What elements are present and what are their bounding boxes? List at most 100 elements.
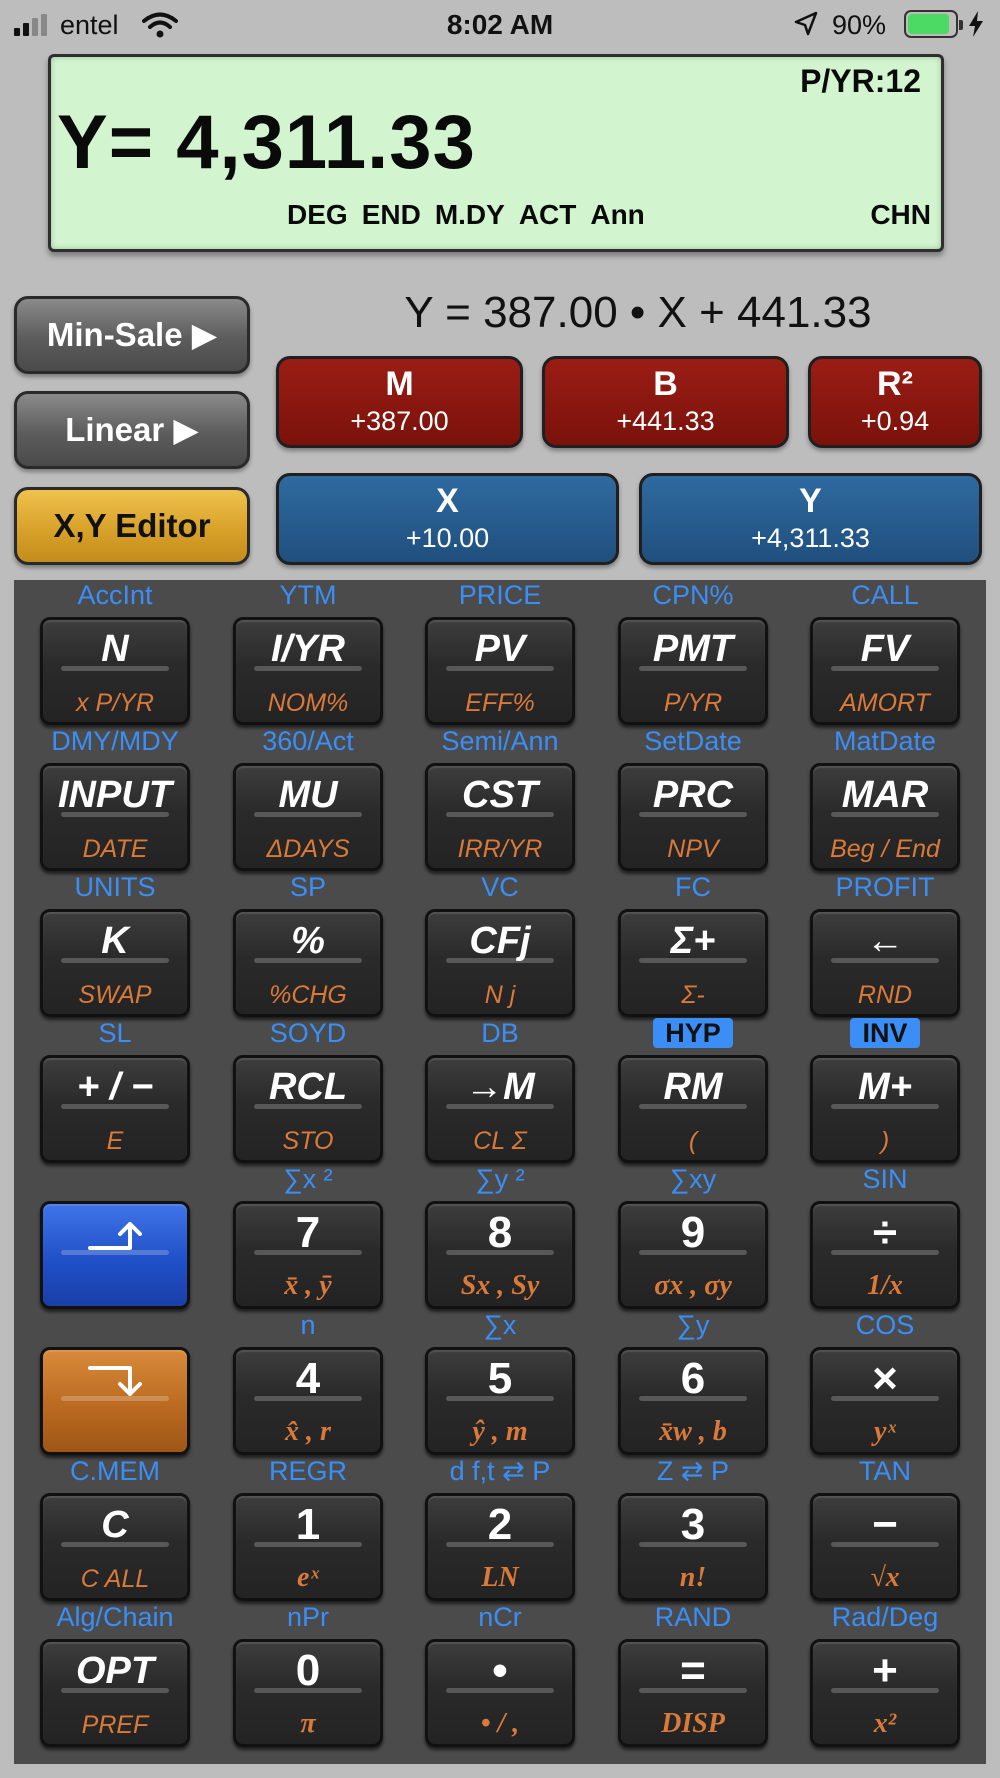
key-backspace[interactable]: ← RND [810, 909, 960, 1017]
shift-label-to-m: DB [404, 1018, 596, 1049]
slope-m-button[interactable]: M +387.00 [276, 356, 523, 448]
xy-editor-button[interactable]: X,Y Editor [14, 487, 250, 565]
key-m-plus[interactable]: M+) [810, 1055, 960, 1163]
key-shift-down[interactable] [40, 1347, 190, 1455]
key-secondary-label: RND [857, 981, 913, 1009]
key-decimal[interactable]: • • / , [425, 1639, 575, 1747]
key-percent[interactable]: % %CHG [233, 909, 383, 1017]
shift-label-text: INV [850, 1018, 920, 1048]
key-primary-label: M+ [858, 1066, 912, 1108]
shift-label-i-yr: YTM [212, 580, 404, 611]
regression-equation: Y = 387.00 • X + 441.33 [404, 288, 872, 337]
intercept-b-button[interactable]: B +441.33 [542, 356, 789, 448]
shift-label-text: ∑xy [669, 1164, 717, 1194]
key-sigma-plus[interactable]: Σ+ Σ- [618, 909, 768, 1017]
key-cfj[interactable]: CFj N j [425, 909, 575, 1017]
key-6[interactable]: 6 x̄w , b [618, 1347, 768, 1455]
shift-label-text: SOYD [269, 1018, 347, 1048]
x-label: X [436, 482, 459, 520]
key-rcl[interactable]: RCL STO [233, 1055, 383, 1163]
shift-label-text: AccInt [77, 580, 153, 610]
shift-up-arrow-icon [88, 1222, 142, 1250]
shift-label-multiply: COS [789, 1310, 981, 1341]
shift-label-k: UNITS [19, 872, 211, 903]
key-2[interactable]: 2 LN [425, 1493, 575, 1601]
key-mar[interactable]: MAR Beg / End [810, 763, 960, 871]
key-primary-label: • [492, 1646, 508, 1695]
key-multiply[interactable]: × yˣ [810, 1347, 960, 1455]
key-primary-label: % [291, 920, 325, 962]
flag-date-format: M.DY [434, 199, 505, 230]
key-cst[interactable]: CST IRR/YR [425, 763, 575, 871]
key-plus-minus[interactable]: + / − E [40, 1055, 190, 1163]
key-3[interactable]: 3 n! [618, 1493, 768, 1601]
shift-label-text: SP [289, 872, 327, 902]
key-k[interactable]: K SWAP [40, 909, 190, 1017]
key-secondary-label: NOM% [267, 689, 349, 717]
key-i-yr[interactable]: I/YR NOM% [233, 617, 383, 725]
keypad: AccInt Nx P/YR YTM I/YR NOM% PRICE PV EFF% CPN% P… [14, 580, 986, 1764]
key-plus[interactable]: + x² [810, 1639, 960, 1747]
key-input[interactable]: INPUT DATE [40, 763, 190, 871]
key-secondary-label: LN [481, 1562, 519, 1593]
key-0[interactable]: 0π [233, 1639, 383, 1747]
flag-angle-mode: DEG [287, 199, 348, 230]
slope-value: +387.00 [350, 406, 449, 436]
key-c[interactable]: C C ALL [40, 1493, 190, 1601]
key-equals[interactable]: = DISP [618, 1639, 768, 1747]
key-5[interactable]: 5 ŷ , m [425, 1347, 575, 1455]
shift-label-1: REGR [212, 1456, 404, 1487]
linear-button[interactable]: Linear ▶ [14, 391, 250, 469]
shift-label-text: 360/Act [262, 726, 354, 756]
key-shift-up[interactable] [40, 1201, 190, 1309]
key-prc[interactable]: PRC NPV [618, 763, 768, 871]
flag-chain-mode: CHN [870, 199, 931, 230]
key-fv[interactable]: FV AMORT [810, 617, 960, 725]
key-primary-label: 6 [680, 1354, 706, 1403]
key-divide[interactable]: ÷ 1/x [810, 1201, 960, 1309]
y-value-button[interactable]: Y +4,311.33 [639, 473, 982, 565]
key-pv[interactable]: PV EFF% [425, 617, 575, 725]
battery-icon [904, 10, 963, 38]
key-mu[interactable]: MU ΔDAYS [233, 763, 383, 871]
key-primary-label: →M [465, 1066, 535, 1108]
key-primary-label: INPUT [58, 774, 172, 816]
key-primary-label: + [872, 1646, 898, 1695]
shift-label-text: REGR [268, 1456, 347, 1486]
shift-label-text: YTM [279, 580, 337, 610]
key-7[interactable]: 7 x̄ , ȳ [233, 1201, 383, 1309]
flag-payment-mode: END [361, 199, 421, 230]
r-squared-button[interactable]: R² +0.94 [808, 356, 982, 448]
shift-label-backspace: PROFIT [789, 872, 981, 903]
key-secondary-label: Beg / End [830, 835, 940, 863]
min-sale-button[interactable]: Min-Sale ▶ [14, 296, 250, 374]
key-1[interactable]: 1 eˣ [233, 1493, 383, 1601]
shift-label-text: VC [481, 872, 519, 902]
key-9[interactable]: 9 σx , σy [618, 1201, 768, 1309]
shift-label-text: Rad/Deg [831, 1602, 939, 1632]
key-primary-label: 3 [680, 1500, 706, 1549]
key-8[interactable]: 8 Sx , Sy [425, 1201, 575, 1309]
x-value-button[interactable]: X +10.00 [276, 473, 619, 565]
key-primary-label: PV [474, 628, 526, 670]
key-primary-label: 4 [295, 1354, 321, 1403]
key-to-m[interactable]: →M CL Σ [425, 1055, 575, 1163]
key-pmt[interactable]: PMT P/YR [618, 617, 768, 725]
intercept-value: +441.33 [616, 406, 715, 436]
shift-label-text: ∑x [483, 1310, 517, 1340]
shift-label-input: DMY/MDY [19, 726, 211, 757]
key-4[interactable]: 4 x̂ , r [233, 1347, 383, 1455]
key-minus[interactable]: − √x [810, 1493, 960, 1601]
key-primary-label: RCL [268, 1066, 348, 1108]
key-primary-label: ÷ [872, 1208, 898, 1257]
shift-label-text: DMY/MDY [51, 726, 179, 756]
shift-label-rm: HYP [597, 1018, 789, 1049]
shift-label-text: HYP [653, 1018, 733, 1048]
key-rm[interactable]: RM ( [618, 1055, 768, 1163]
shift-label-m-plus: INV [789, 1018, 981, 1049]
key-secondary-label: DISP [661, 1708, 725, 1739]
key-n[interactable]: Nx P/YR [40, 617, 190, 725]
key-opt[interactable]: OPT PREF [40, 1639, 190, 1747]
key-primary-label: RM [663, 1066, 723, 1108]
shift-label-text: UNITS [74, 872, 156, 902]
